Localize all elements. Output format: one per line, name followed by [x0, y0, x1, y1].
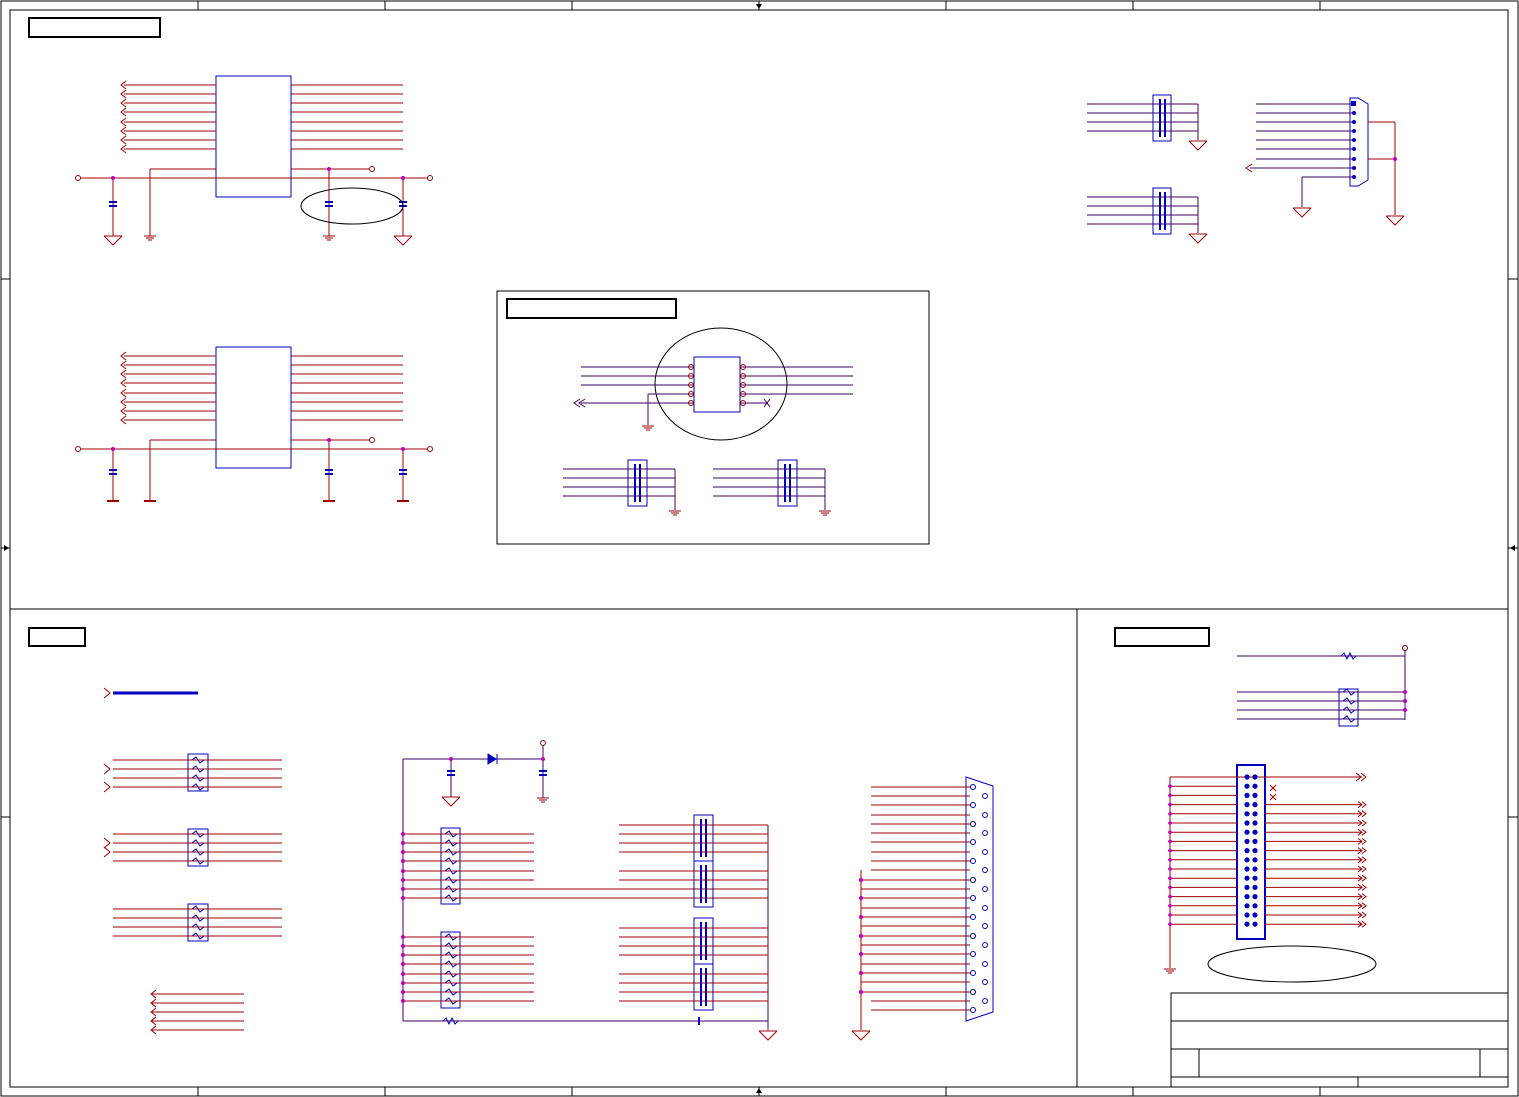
u1-right-pins [291, 84, 403, 150]
header-pin [1252, 792, 1258, 799]
header-pin [1252, 921, 1258, 927]
annotation-ellipse [300, 187, 404, 225]
lpt-output-nets [152, 993, 244, 1031]
serial-jumpers [1087, 94, 1208, 244]
header-pin [1244, 866, 1250, 872]
section-label-header [1114, 627, 1210, 647]
ground-icon [758, 1030, 778, 1041]
ide-header [1163, 764, 1377, 983]
resistor-pack-2 [103, 828, 282, 867]
ground-icon [441, 796, 461, 807]
schematic-sheet [0, 0, 1519, 1097]
ground-icon [1163, 968, 1177, 974]
annotation-ellipse [1207, 945, 1377, 983]
ground-icon [641, 425, 655, 431]
header-pin [1252, 820, 1258, 826]
ground-icon [322, 235, 336, 241]
transceiver-ic-1 [75, 75, 433, 246]
jumper-block-1 [619, 814, 768, 1011]
header-pin [1244, 903, 1250, 909]
header-pin [1244, 783, 1250, 789]
header-pin [1244, 838, 1250, 845]
header-pin [1252, 875, 1258, 881]
header-pin [1244, 894, 1250, 900]
ground-icon [103, 235, 123, 246]
header-pin [1244, 774, 1250, 780]
ground-icon [851, 1030, 871, 1041]
header-pin [1252, 912, 1258, 918]
header-pin [1244, 912, 1250, 918]
transceiver-ic-2 [75, 346, 433, 502]
header-pin [1244, 848, 1250, 854]
section-label-option [506, 298, 677, 319]
header-pin [1252, 829, 1258, 835]
resistor-pack-5 [403, 931, 534, 1009]
header-pin [1252, 866, 1258, 872]
header-pin [1252, 857, 1258, 863]
ground-icon [1292, 207, 1312, 218]
sheet-border [0, 0, 1519, 1097]
ground-icon [818, 510, 832, 516]
section-dividers [10, 608, 1508, 1087]
header-pin [1252, 802, 1258, 808]
u1-off-page-arrows [120, 80, 127, 154]
ground-icon [1188, 140, 1208, 151]
header-pin [1252, 894, 1258, 900]
jumper-header-1 [563, 459, 682, 516]
header-pin [1244, 857, 1250, 863]
header-pin [1244, 820, 1250, 826]
resistor-pack-1 [103, 753, 282, 793]
header-pin [1252, 903, 1258, 909]
section-label-transceivers [28, 17, 161, 38]
ground-icon [393, 235, 413, 246]
header-pin [1252, 783, 1258, 789]
ground-icon [668, 510, 682, 516]
option-block [496, 290, 930, 545]
db25-connector [851, 776, 994, 1041]
header-pin [1252, 884, 1258, 891]
u1-left-pins [124, 84, 216, 150]
diode-icon [487, 753, 498, 765]
header-pin [1244, 875, 1250, 881]
header-pin [1244, 802, 1250, 808]
title-block [1170, 992, 1509, 1088]
resistor-pack-3 [113, 903, 282, 942]
db9-connector [1245, 97, 1405, 226]
ground-icon [1385, 215, 1405, 226]
header-pin [1244, 811, 1250, 817]
header-pin [1252, 811, 1258, 817]
header-pin [1244, 829, 1250, 835]
ground-icon [143, 235, 157, 241]
header-pin [1244, 921, 1250, 927]
header-section [1163, 645, 1408, 983]
jumper-header-2 [713, 459, 832, 516]
ground-icon [536, 797, 550, 803]
ground-icon [1188, 233, 1208, 244]
header-pin [1252, 848, 1258, 854]
header-pin [1244, 884, 1250, 891]
header-pin [1252, 838, 1258, 845]
section-label-lpt [28, 627, 86, 647]
header-pin [1244, 792, 1250, 799]
lpt-section [103, 687, 994, 1041]
header-pin [1252, 774, 1258, 780]
